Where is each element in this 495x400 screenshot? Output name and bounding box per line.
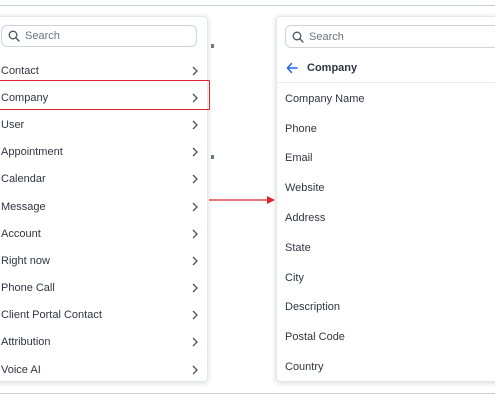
menu-item-calendar[interactable]: Calendar bbox=[0, 166, 209, 193]
menu-item-label: Voice AI bbox=[1, 363, 41, 376]
object-search-input[interactable] bbox=[25, 30, 175, 42]
field-item-state[interactable]: State bbox=[277, 233, 495, 263]
field-search-box[interactable] bbox=[285, 25, 495, 48]
field-item-label: Website bbox=[285, 182, 325, 195]
field-item-label: Description bbox=[285, 301, 341, 314]
bottom-divider bbox=[0, 393, 495, 394]
arrow-left-icon[interactable] bbox=[286, 62, 298, 74]
chevron-right-icon bbox=[192, 310, 198, 320]
menu-item-label: Appointment bbox=[1, 146, 63, 159]
menu-item-user[interactable]: User bbox=[0, 111, 209, 138]
field-item-description[interactable]: Description bbox=[277, 293, 495, 323]
menu-item-label: Contact bbox=[1, 64, 39, 77]
field-item-address[interactable]: Address bbox=[277, 203, 495, 233]
field-item-postal-code[interactable]: Postal Code bbox=[277, 322, 495, 352]
menu-item-message[interactable]: Message bbox=[0, 193, 209, 220]
field-item-phone[interactable]: Phone bbox=[277, 114, 495, 144]
chevron-right-icon bbox=[192, 147, 198, 157]
company-fields-panel: Company Company Name Phone Email Website… bbox=[276, 16, 495, 382]
field-item-label: Company Name bbox=[285, 92, 365, 105]
menu-item-label: Account bbox=[1, 227, 41, 240]
menu-item-label: User bbox=[1, 118, 25, 131]
company-field-list: Company Name Phone Email Website Address… bbox=[277, 84, 495, 382]
menu-item-attribution[interactable]: Attribution bbox=[0, 329, 209, 356]
search-icon bbox=[292, 31, 304, 43]
screenshot-frame: Contact Company User Appointment Calenda… bbox=[0, 0, 495, 400]
object-menu-panel: Contact Company User Appointment Calenda… bbox=[0, 16, 208, 382]
chevron-right-icon bbox=[192, 202, 198, 211]
menu-item-label: Client Portal Contact bbox=[1, 309, 102, 322]
field-item-label: State bbox=[285, 241, 311, 254]
field-item-label: Postal Code bbox=[285, 331, 345, 344]
field-search-input[interactable] bbox=[309, 30, 489, 43]
chevron-right-icon bbox=[192, 338, 198, 347]
menu-item-appointment[interactable]: Appointment bbox=[0, 139, 209, 166]
chevron-right-icon bbox=[192, 174, 198, 184]
chevron-right-icon bbox=[192, 120, 198, 130]
menu-item-label: Message bbox=[1, 200, 46, 213]
menu-item-label: Attribution bbox=[1, 336, 51, 349]
field-item-website[interactable]: Website bbox=[277, 173, 495, 203]
menu-item-label: Phone Call bbox=[1, 282, 55, 295]
menu-item-label: Right now bbox=[1, 254, 50, 267]
field-item-label: Country bbox=[285, 361, 324, 374]
menu-item-label: Company bbox=[1, 91, 49, 104]
field-item-label: Phone bbox=[285, 122, 317, 135]
field-item-city[interactable]: City bbox=[277, 263, 495, 293]
menu-item-account[interactable]: Account bbox=[0, 220, 209, 247]
menu-item-company[interactable]: Company bbox=[0, 84, 209, 111]
field-item-email[interactable]: Email bbox=[277, 144, 495, 174]
edge-mark bbox=[211, 44, 214, 48]
subheader-title: Company bbox=[307, 61, 358, 74]
chevron-right-icon bbox=[192, 93, 198, 103]
chevron-right-icon bbox=[192, 256, 198, 266]
menu-item-label: Calendar bbox=[1, 173, 46, 186]
field-item-country[interactable]: Country bbox=[277, 352, 495, 382]
chevron-right-icon bbox=[192, 283, 198, 293]
top-divider bbox=[0, 5, 495, 6]
menu-item-phone-call[interactable]: Phone Call bbox=[0, 275, 209, 302]
menu-item-client-portal-contact[interactable]: Client Portal Contact bbox=[0, 302, 209, 329]
menu-item-voice-ai[interactable]: Voice AI bbox=[0, 356, 209, 383]
chevron-right-icon bbox=[192, 66, 198, 76]
menu-item-right-now[interactable]: Right now bbox=[0, 247, 209, 274]
chevron-right-icon bbox=[192, 229, 198, 239]
menu-item-contact[interactable]: Contact bbox=[0, 57, 209, 84]
search-icon bbox=[8, 30, 20, 42]
field-item-label: Address bbox=[285, 212, 326, 225]
object-search-box[interactable] bbox=[1, 25, 197, 47]
chevron-right-icon bbox=[192, 365, 198, 375]
arrow-right-icon bbox=[209, 196, 275, 204]
object-menu-list: Contact Company User Appointment Calenda… bbox=[0, 57, 209, 383]
field-item-company-name[interactable]: Company Name bbox=[277, 84, 495, 114]
field-item-label: City bbox=[285, 271, 304, 284]
edge-mark bbox=[211, 155, 214, 159]
field-item-label: Email bbox=[285, 152, 313, 165]
company-subheader: Company bbox=[277, 53, 495, 83]
